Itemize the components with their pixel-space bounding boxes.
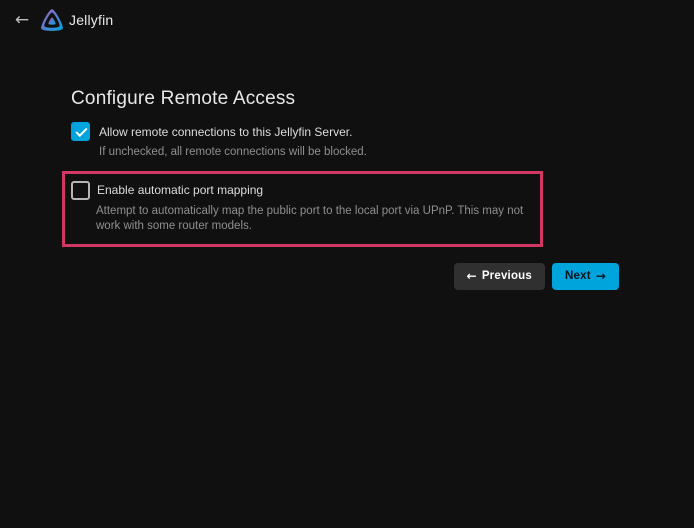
app-name: Jellyfin — [69, 12, 113, 28]
previous-button-label: Previous — [482, 270, 532, 282]
page-title: Configure Remote Access — [71, 88, 619, 110]
previous-button[interactable]: ← Previous — [454, 263, 545, 290]
back-arrow-icon: ← — [15, 10, 29, 30]
port-mapping-checkbox-row[interactable]: Enable automatic port mapping — [71, 181, 532, 200]
check-icon — [75, 125, 87, 137]
top-bar: ← Jellyfin — [0, 0, 694, 40]
wizard-buttons: ← Previous Next → — [71, 263, 619, 290]
port-mapping-highlight-box: Enable automatic port mapping Attempt to… — [62, 171, 543, 247]
port-mapping-checkbox[interactable] — [71, 181, 90, 200]
next-button[interactable]: Next → — [552, 263, 619, 290]
remote-access-field: Allow remote connections to this Jellyfi… — [71, 122, 619, 160]
back-button[interactable]: ← — [8, 6, 36, 34]
right-arrow-icon: → — [596, 269, 606, 283]
next-button-label: Next — [565, 270, 591, 282]
port-mapping-description: Attempt to automatically map the public … — [96, 204, 532, 234]
remote-access-description: If unchecked, all remote connections wil… — [99, 145, 619, 160]
remote-access-checkbox-row[interactable]: Allow remote connections to this Jellyfi… — [71, 122, 619, 141]
port-mapping-label: Enable automatic port mapping — [97, 183, 263, 197]
left-arrow-icon: ← — [467, 269, 477, 283]
remote-access-checkbox[interactable] — [71, 122, 90, 141]
app-brand: Jellyfin — [40, 8, 113, 32]
port-mapping-field: Enable automatic port mapping Attempt to… — [71, 181, 532, 234]
remote-access-label: Allow remote connections to this Jellyfi… — [99, 125, 352, 139]
jellyfin-logo-icon — [40, 8, 64, 32]
wizard-page: Configure Remote Access Allow remote con… — [0, 88, 694, 290]
